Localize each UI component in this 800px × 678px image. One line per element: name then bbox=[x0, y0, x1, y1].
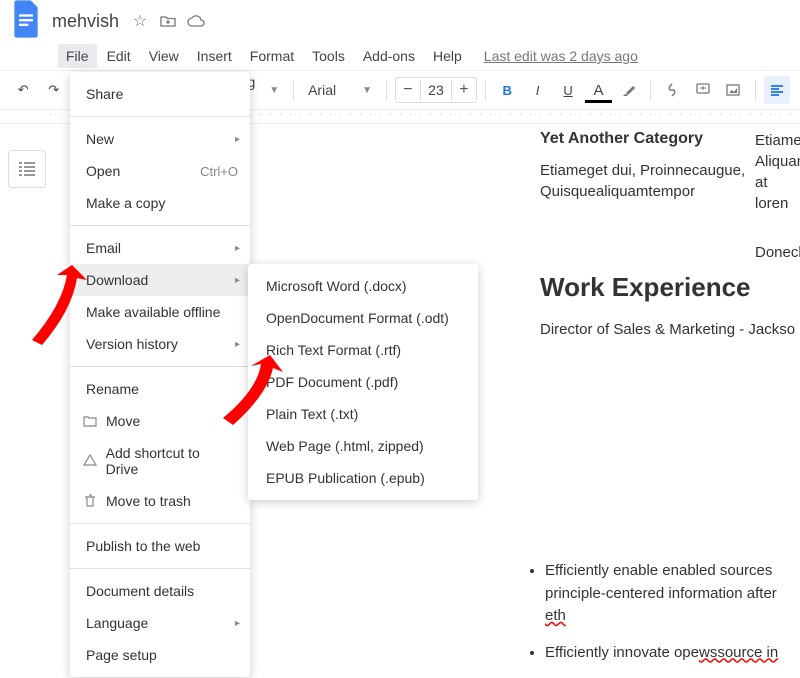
menu-page-setup[interactable]: Page setup bbox=[70, 639, 250, 671]
menu-language[interactable]: Language▸ bbox=[70, 607, 250, 639]
undo-icon[interactable]: ↶ bbox=[10, 76, 36, 104]
menu-edit[interactable]: Edit bbox=[99, 44, 139, 68]
font-family-dropdown[interactable]: Arial▼ bbox=[302, 76, 378, 104]
outline-toggle-icon[interactable] bbox=[8, 150, 46, 188]
menu-new[interactable]: New▸ bbox=[70, 123, 250, 155]
font-size-increase[interactable]: + bbox=[452, 81, 476, 99]
side-text-2: Aliquan bbox=[755, 151, 800, 172]
drive-shortcut-icon bbox=[80, 454, 100, 468]
annotation-arrow-1 bbox=[22, 260, 92, 350]
menu-tools[interactable]: Tools bbox=[304, 44, 353, 68]
submenu-docx[interactable]: Microsoft Word (.docx) bbox=[248, 270, 478, 302]
menu-view[interactable]: View bbox=[141, 44, 187, 68]
image-icon[interactable] bbox=[720, 76, 746, 104]
move-folder-icon[interactable] bbox=[159, 12, 177, 30]
menu-file[interactable]: File bbox=[58, 44, 97, 68]
bold-button[interactable]: B bbox=[494, 76, 520, 104]
work-experience-heading: Work Experience bbox=[540, 272, 800, 303]
menu-addons[interactable]: Add-ons bbox=[355, 44, 423, 68]
font-size-stepper[interactable]: − 23 + bbox=[395, 77, 477, 103]
move-icon bbox=[80, 415, 100, 427]
menu-offline[interactable]: Make available offline bbox=[70, 296, 250, 328]
menu-publish[interactable]: Publish to the web bbox=[70, 530, 250, 562]
side-text-4: Donecl bbox=[755, 242, 800, 263]
underline-button[interactable]: U bbox=[555, 76, 581, 104]
menu-add-shortcut[interactable]: Add shortcut to Drive bbox=[70, 437, 250, 485]
menu-insert[interactable]: Insert bbox=[189, 44, 240, 68]
menu-download[interactable]: Download▸ bbox=[70, 264, 250, 296]
menu-trash[interactable]: Move to trash bbox=[70, 485, 250, 517]
trash-icon bbox=[80, 494, 100, 508]
comment-icon[interactable] bbox=[690, 76, 716, 104]
redo-icon[interactable]: ↷ bbox=[40, 76, 66, 104]
menu-format[interactable]: Format bbox=[242, 44, 302, 68]
submenu-epub[interactable]: EPUB Publication (.epub) bbox=[248, 462, 478, 494]
submenu-html[interactable]: Web Page (.html, zipped) bbox=[248, 430, 478, 462]
submenu-odt[interactable]: OpenDocument Format (.odt) bbox=[248, 302, 478, 334]
menu-details[interactable]: Document details bbox=[70, 575, 250, 607]
menu-help[interactable]: Help bbox=[425, 44, 470, 68]
menu-share[interactable]: Share bbox=[70, 78, 250, 110]
menu-make-copy[interactable]: Make a copy bbox=[70, 187, 250, 219]
annotation-arrow-2 bbox=[215, 350, 285, 430]
highlight-button[interactable] bbox=[616, 76, 642, 104]
last-edit-link[interactable]: Last edit was 2 days ago bbox=[484, 48, 638, 64]
link-icon[interactable] bbox=[659, 76, 685, 104]
star-icon[interactable]: ☆ bbox=[131, 12, 149, 30]
font-size-value[interactable]: 23 bbox=[420, 80, 452, 100]
menu-email[interactable]: Email▸ bbox=[70, 232, 250, 264]
bullet-1: Efficiently enable enabled sources princ… bbox=[545, 560, 795, 628]
side-text-1: Etiame bbox=[755, 130, 800, 151]
docs-logo[interactable] bbox=[12, 0, 52, 43]
side-text-3: at loren bbox=[755, 172, 800, 214]
work-subtitle: Director of Sales & Marketing - Jackso bbox=[540, 321, 800, 338]
text-color-button[interactable]: A bbox=[585, 76, 611, 104]
font-label: Arial bbox=[308, 82, 336, 98]
font-size-decrease[interactable]: − bbox=[396, 81, 420, 99]
bullet-2: Efficiently innovate opewssource in bbox=[545, 642, 795, 665]
cloud-icon[interactable] bbox=[187, 12, 205, 30]
align-left-icon[interactable] bbox=[764, 76, 790, 104]
menu-open[interactable]: OpenCtrl+O bbox=[70, 155, 250, 187]
doc-title[interactable]: mehvish bbox=[52, 11, 119, 32]
italic-button[interactable]: I bbox=[524, 76, 550, 104]
